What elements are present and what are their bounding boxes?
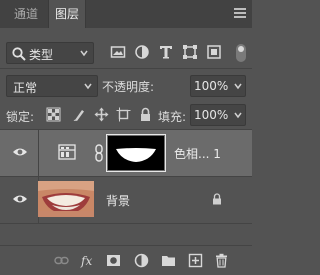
new-layer-icon[interactable] <box>188 253 203 268</box>
layer-name[interactable]: 色相... 1 <box>174 145 221 162</box>
link-layers-icon[interactable] <box>54 253 69 268</box>
blend-mode-value: 正常 <box>13 81 38 95</box>
panel-tab-bar: 通道 图层 <box>0 0 252 28</box>
fill-label: 填充: <box>158 110 187 124</box>
chevron-down-icon <box>80 50 88 57</box>
layer-mask-thumbnail[interactable] <box>106 134 166 172</box>
chevron-down-icon[interactable] <box>234 81 242 91</box>
add-mask-icon[interactable] <box>106 253 121 268</box>
divider <box>0 68 252 69</box>
chevron-down-icon[interactable] <box>234 110 242 120</box>
layer-name[interactable]: 背景 <box>106 192 130 209</box>
shape-filter-icon[interactable] <box>182 44 198 60</box>
opacity-input[interactable]: 100% <box>190 75 246 97</box>
blend-mode-select[interactable]: 正常 <box>6 75 98 97</box>
divider <box>38 130 39 176</box>
lock-artboard-icon[interactable] <box>116 107 131 122</box>
eye-icon[interactable] <box>12 193 28 205</box>
hue-saturation-adjustment-icon[interactable] <box>58 144 76 160</box>
eye-icon[interactable] <box>12 146 28 158</box>
lock-all-icon[interactable] <box>138 107 153 122</box>
filter-kind-label: 类型 <box>29 48 54 62</box>
layer-row-hue-saturation[interactable]: 色相... 1 <box>0 130 252 177</box>
tab-channels[interactable]: 通道 <box>6 0 46 28</box>
delete-layer-icon[interactable] <box>214 253 229 268</box>
chain-link-icon[interactable] <box>94 144 104 162</box>
smart-object-filter-icon[interactable] <box>206 44 222 60</box>
layer-filter-select[interactable]: 类型 <box>6 42 94 64</box>
chevron-down-icon <box>84 83 92 90</box>
fill-input[interactable]: 100% <box>190 104 246 126</box>
fx-icon[interactable]: fx <box>80 253 98 268</box>
opacity-value: 100% <box>194 79 229 93</box>
new-adjustment-layer-icon[interactable] <box>134 253 149 268</box>
svg-text:fx: fx <box>80 254 92 268</box>
lock-image-pixels-icon[interactable] <box>72 107 87 122</box>
filter-toggle-switch[interactable] <box>236 44 246 62</box>
fill-value: 100% <box>194 108 229 122</box>
lock-transparent-pixels-icon[interactable] <box>46 107 61 122</box>
image-filter-icon[interactable] <box>110 44 126 60</box>
layer-image-thumbnail[interactable] <box>38 181 94 217</box>
lock-icon <box>213 193 221 205</box>
lock-label: 锁定: <box>6 110 35 124</box>
smile-photo-image <box>38 181 94 217</box>
panel-footer: fx <box>0 245 252 275</box>
tab-layers[interactable]: 图层 <box>48 0 86 28</box>
lock-position-icon[interactable] <box>94 107 109 122</box>
layers-panel: 通道 图层 类型 正常 不透明度: 100% 锁定: 填充: 100% 色相..… <box>0 0 252 275</box>
adjustment-filter-icon[interactable] <box>134 44 150 60</box>
search-icon <box>12 47 26 61</box>
new-group-icon[interactable] <box>161 253 176 268</box>
mask-shape-image <box>116 148 156 162</box>
layer-row-background[interactable]: 背景 <box>0 177 252 224</box>
opacity-label: 不透明度: <box>102 80 155 94</box>
panel-menu-icon[interactable] <box>234 8 246 18</box>
type-filter-icon[interactable] <box>158 44 174 60</box>
